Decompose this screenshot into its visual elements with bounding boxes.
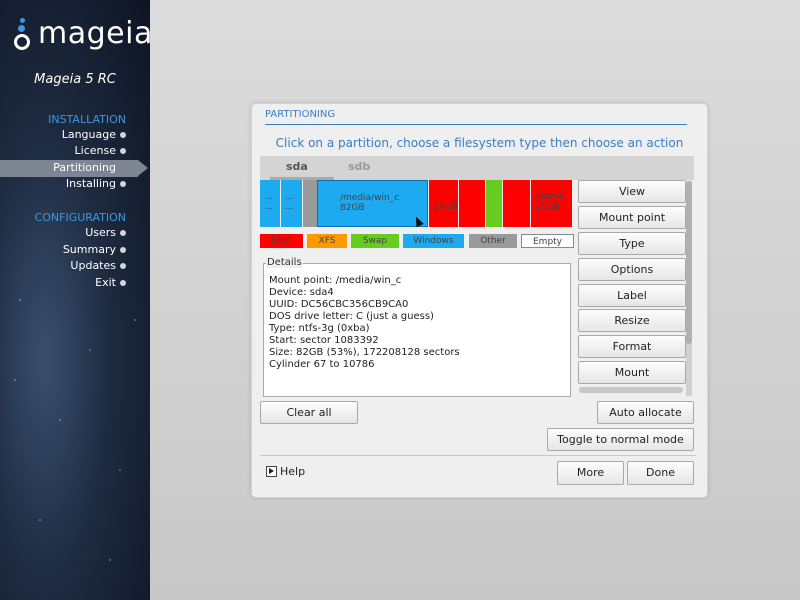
actions-horizontal-scrollbar[interactable] — [579, 387, 683, 393]
detail-start: Start: sector 1083392 — [269, 335, 379, 346]
view-button[interactable]: View — [578, 180, 686, 203]
detail-cylinder: Cylinder 67 to 10786 — [269, 359, 375, 370]
legend-other-button[interactable]: Other — [469, 234, 517, 248]
step-dot-icon — [120, 148, 126, 154]
partitioning-dialog: PARTITIONING Click on a partition, choos… — [251, 103, 708, 498]
detail-mount-point: Mount point: /media/win_c — [269, 275, 402, 286]
step-language: Language — [61, 128, 116, 141]
step-dot-icon — [120, 132, 126, 138]
section-configuration: CONFIGURATION — [34, 211, 126, 224]
type-button[interactable]: Type — [578, 232, 686, 255]
sidebar: mageia Mageia 5 RC INSTALLATION Language… — [0, 0, 150, 600]
step-dot-icon — [120, 280, 126, 286]
instruction-text: Click on a partition, choose a filesyste… — [275, 136, 684, 150]
done-button[interactable]: Done — [627, 461, 694, 485]
detail-uuid: UUID: DC56CBC356CB9CA0 — [269, 299, 409, 310]
tab-sda[interactable]: sda — [286, 160, 308, 173]
legend-windows-button[interactable]: Windows — [403, 234, 464, 248]
detail-device: Device: sda4 — [269, 287, 334, 298]
toggle-normal-mode-button[interactable]: Toggle to normal mode — [547, 428, 694, 451]
step-users: Users — [85, 226, 116, 239]
step-dot-icon — [120, 181, 126, 187]
step-dot-icon — [120, 247, 126, 253]
step-license: License — [74, 144, 116, 157]
partition-block[interactable] — [459, 180, 485, 227]
partition-block[interactable]: ... ... — [281, 180, 302, 227]
auto-allocate-button[interactable]: Auto allocate — [597, 401, 694, 424]
legend-swap-button[interactable]: Swap — [351, 234, 399, 248]
scrollbar-thumb[interactable] — [686, 181, 692, 344]
partition-block[interactable]: ... ... — [260, 180, 280, 227]
active-step-arrow — [138, 160, 148, 176]
title-divider — [265, 124, 687, 125]
step-summary: Summary — [62, 243, 116, 256]
step-dot-icon — [120, 230, 126, 236]
legend-ext4-button[interactable]: Ext4 — [260, 234, 303, 248]
step-updates: Updates — [70, 259, 116, 272]
more-button[interactable]: More — [557, 461, 624, 485]
partition-block[interactable] — [486, 180, 502, 227]
filesystem-legend: Ext4 XFS Swap Windows Other Empty — [260, 234, 580, 248]
actions-vertical-scrollbar[interactable] — [686, 181, 692, 396]
mageia-logo: mageia — [12, 18, 150, 50]
version-label: Mageia 5 RC — [34, 72, 116, 87]
dialog-title: PARTITIONING — [265, 109, 336, 120]
partition-block[interactable]: 14GB — [429, 180, 458, 227]
legend-empty-button[interactable]: Empty — [521, 234, 574, 248]
step-partitioning: Partitioning — [53, 161, 116, 174]
section-installation: INSTALLATION — [48, 113, 126, 126]
mageia-logo-icon — [12, 18, 34, 50]
partition-block[interactable] — [303, 180, 317, 227]
help-arrow-icon[interactable] — [266, 466, 277, 477]
detail-type: Type: ntfs-3g (0xba) — [269, 323, 370, 334]
partition-block-selected[interactable]: /media/win_c 82GB — [317, 180, 428, 227]
resize-button[interactable]: Resize — [578, 309, 686, 332]
options-button[interactable]: Options — [578, 258, 686, 281]
detail-size: Size: 82GB (53%), 172208128 sectors — [269, 347, 460, 358]
step-dot-icon — [120, 263, 126, 269]
mount-button[interactable]: Mount — [578, 361, 686, 384]
partition-block[interactable]: /home 25GB — [531, 180, 572, 227]
label-button[interactable]: Label — [578, 284, 686, 307]
logo-wordmark: mageia — [38, 16, 150, 51]
footer-divider — [260, 455, 696, 456]
legend-xfs-button[interactable]: XFS — [307, 234, 347, 248]
details-body: Mount point: /media/win_c Device: sda4 U… — [269, 275, 460, 371]
disk-tabs: sda sdb — [260, 156, 694, 180]
step-installing: Installing — [65, 177, 116, 190]
mount-point-button[interactable]: Mount point — [578, 206, 686, 229]
help-link[interactable]: Help — [280, 465, 305, 478]
detail-dos-letter: DOS drive letter: C (just a guess) — [269, 311, 434, 322]
format-button[interactable]: Format — [578, 335, 686, 358]
details-panel: Mount point: /media/win_c Device: sda4 U… — [263, 263, 571, 397]
clear-all-button[interactable]: Clear all — [260, 401, 358, 424]
step-exit: Exit — [95, 276, 116, 289]
partition-block[interactable] — [503, 180, 530, 227]
starfield-background — [0, 0, 150, 600]
details-label: Details — [266, 257, 303, 268]
tab-sdb[interactable]: sdb — [348, 160, 370, 173]
